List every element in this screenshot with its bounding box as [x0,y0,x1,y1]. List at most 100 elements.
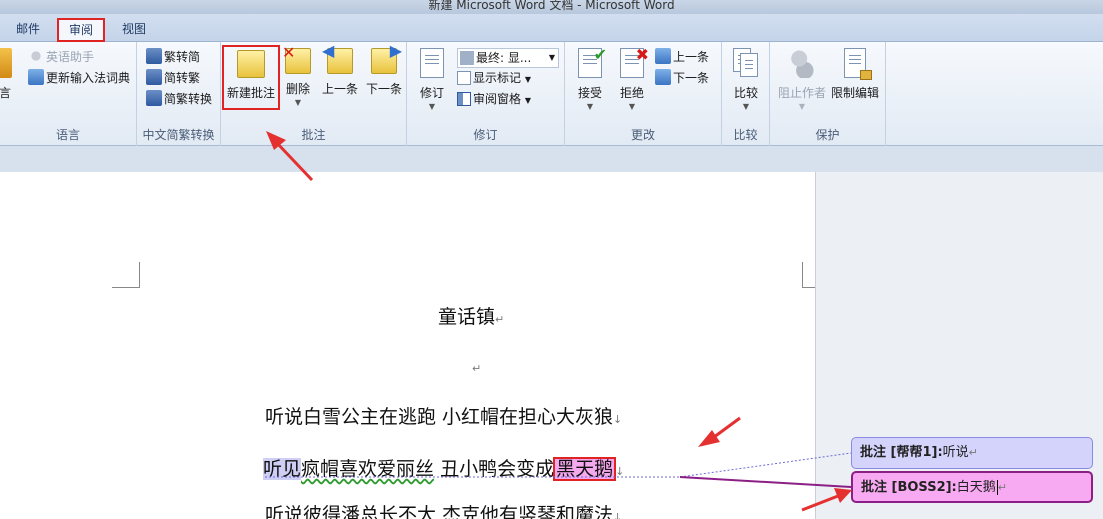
tab-mailings[interactable]: 邮件 [6,19,50,41]
assistant-icon [28,48,44,64]
chinese-conversion-button[interactable]: 简繁转换 [146,90,212,110]
new-comment-label: 新建批注 [226,86,275,100]
comment-balloon-1[interactable]: 批注 [帮帮1]:听说↵ [851,437,1093,469]
chevron-down-icon: ▼ [742,102,750,111]
restrict-editing-label: 限制编辑 [830,86,879,100]
chevron-down-icon: ▼ [428,102,436,111]
update-ime-dictionary-label: 更新输入法词典 [46,71,131,85]
group-label-chinese-conversion: 中文简繁转换 [142,128,215,142]
comment-1-text: 听说 [942,445,969,460]
document-title[interactable]: 童话镇↵ [438,302,504,329]
show-markup-button[interactable]: 显示标记 ▼ [457,69,531,89]
previous-comment-label: 上一条 [321,82,358,96]
compare-label: 比较 [733,86,758,100]
group-chinese-conversion: 繁转简 简转繁 简繁转换 中文简繁转换 [137,42,221,146]
show-markup-label: 显示标记 [473,71,522,85]
compare-button[interactable]: 比较 ▼ [728,48,764,111]
crop-mark-right [802,262,815,288]
reject-button[interactable]: ✖ 拒绝 ▼ [615,45,649,111]
lyric-line-1[interactable]: 听说白雪公主在逃跑 小红帽在担心大灰狼↓ [265,402,622,429]
paragraph-mark: ↵ [472,362,482,375]
delete-comment-icon: ✕ [282,43,311,74]
lyric-line-3[interactable]: 听说彼得潘总长不大 杰克他有竖琴和魔法↓ [265,500,622,519]
english-assistant-label: 英语助手 [46,50,95,64]
language-button[interactable]: 言 [0,48,16,101]
language-button-label: 言 [0,86,11,100]
display-for-review-select[interactable]: 最终: 显... ▼ [457,48,559,68]
next-change-button[interactable]: 下一条 [655,69,709,89]
previous-change-button[interactable]: 上一条 [655,48,709,68]
lyric-line-2[interactable]: 听见疯帽喜欢爱丽丝 丑小鸭会变成 黑天鹅 ↓ [263,454,624,481]
block-authors-label: 阻止作者 [777,86,826,100]
title-bar: 新建 Microsoft Word 文档 - Microsoft Word [0,0,1103,14]
reviewing-pane-label: 审阅窗格 [473,92,522,106]
convert-icon [146,48,162,64]
track-changes-label: 修订 [419,86,444,100]
group-compare: 比较 ▼ 比较 [722,42,770,146]
document-title-text: 童话镇 [438,306,496,328]
track-changes-button[interactable]: 修订 ▼ [415,48,449,111]
english-assistant-button[interactable]: 英语助手 [28,48,94,68]
paragraph-mark: ↵ [495,313,505,326]
next-comment-label: 下一条 [365,82,402,96]
comment-2-text: 白天鹅 [956,480,996,495]
accept-label: 接受 [577,86,602,100]
convert-icon [146,90,162,106]
show-markup-icon [457,71,471,85]
language-icon [0,48,12,78]
commented-text-1[interactable]: 听见 [263,458,302,480]
previous-icon [655,48,671,64]
lock-icon [844,48,872,80]
traditional-to-simplified-button[interactable]: 繁转简 [146,48,200,68]
tab-view[interactable]: 视图 [112,19,156,41]
lyric-line-2-text: 丑小鸭会变成 [434,458,555,480]
next-comment-button[interactable]: ▶ 下一条 [363,41,405,97]
next-icon [655,69,671,85]
chevron-down-icon: ▼ [586,102,594,111]
restrict-editing-button[interactable]: 限制编辑 [828,48,882,101]
simplified-to-traditional-button[interactable]: 简转繁 [146,69,200,89]
group-protect: 阻止作者 ▼ 限制编辑 保护 [770,42,886,146]
comment-balloon-2[interactable]: 批注 [BOSS2]:白天鹅 ↵ [851,471,1093,503]
paragraph-mark: ↓ [613,511,623,519]
next-comment-icon: ▶ [371,41,402,74]
group-label-language: 语言 [55,128,80,142]
comment-2-tag: 批注 [BOSS2]: [861,480,957,495]
new-comment-icon [237,50,265,78]
update-ime-dictionary-button[interactable]: 更新输入法词典 [28,69,130,89]
convert-icon [146,69,162,85]
grammar-flagged-text: 疯帽喜欢爱丽丝 [301,458,435,480]
paragraph-mark: ↓ [613,413,623,426]
reject-icon: ✖ [620,45,649,78]
commented-text-2[interactable]: 黑天鹅 [553,457,617,481]
display-select-value: 最终: 显... [476,51,532,65]
group-changes: ✔ 接受 ▼ ✖ 拒绝 ▼ 上一条 下一条 更改 [565,42,722,146]
window-title: 新建 Microsoft Word 文档 - Microsoft Word [428,0,675,12]
chinese-conversion-label: 简繁转换 [164,92,213,106]
paragraph-mark: ↵ [968,446,978,459]
new-comment-button[interactable]: 新建批注 [222,45,280,110]
dictionary-icon [28,69,44,85]
group-tracking: 修订 ▼ 最终: 显... ▼ 显示标记 ▼ 审阅窗格 ▼ 修订 [407,42,565,146]
paragraph-mark: ↓ [615,465,625,478]
block-authors-button[interactable]: 阻止作者 ▼ [776,48,828,111]
accept-button[interactable]: ✔ 接受 ▼ [573,45,607,111]
chevron-down-icon: ▼ [524,96,531,105]
group-label-compare: 比较 [733,128,758,142]
track-changes-icon [420,48,444,78]
group-label-changes: 更改 [630,128,655,142]
lyric-line-3-text: 听说彼得潘总长不大 杰克他有竖琴和魔法 [265,504,614,519]
tab-review[interactable]: 审阅 [56,18,106,42]
traditional-to-simplified-label: 繁转简 [164,50,201,64]
delete-comment-button[interactable]: ✕ 删除 ▼ [281,43,315,107]
reviewing-pane-button[interactable]: 审阅窗格 ▼ [457,90,531,110]
group-comments: 新建批注 ✕ 删除 ▼ ◀ 上一条 ▶ 下一条 批注 [221,41,407,146]
previous-comment-button[interactable]: ◀ 上一条 [319,41,361,97]
chevron-down-icon: ▼ [524,75,531,84]
chevron-down-icon: ▼ [294,98,302,107]
crop-mark-left [112,262,140,288]
delete-comment-label: 删除 [285,82,310,96]
compare-icon [733,48,759,78]
reject-label: 拒绝 [619,86,644,100]
simplified-to-traditional-label: 简转繁 [164,71,201,85]
